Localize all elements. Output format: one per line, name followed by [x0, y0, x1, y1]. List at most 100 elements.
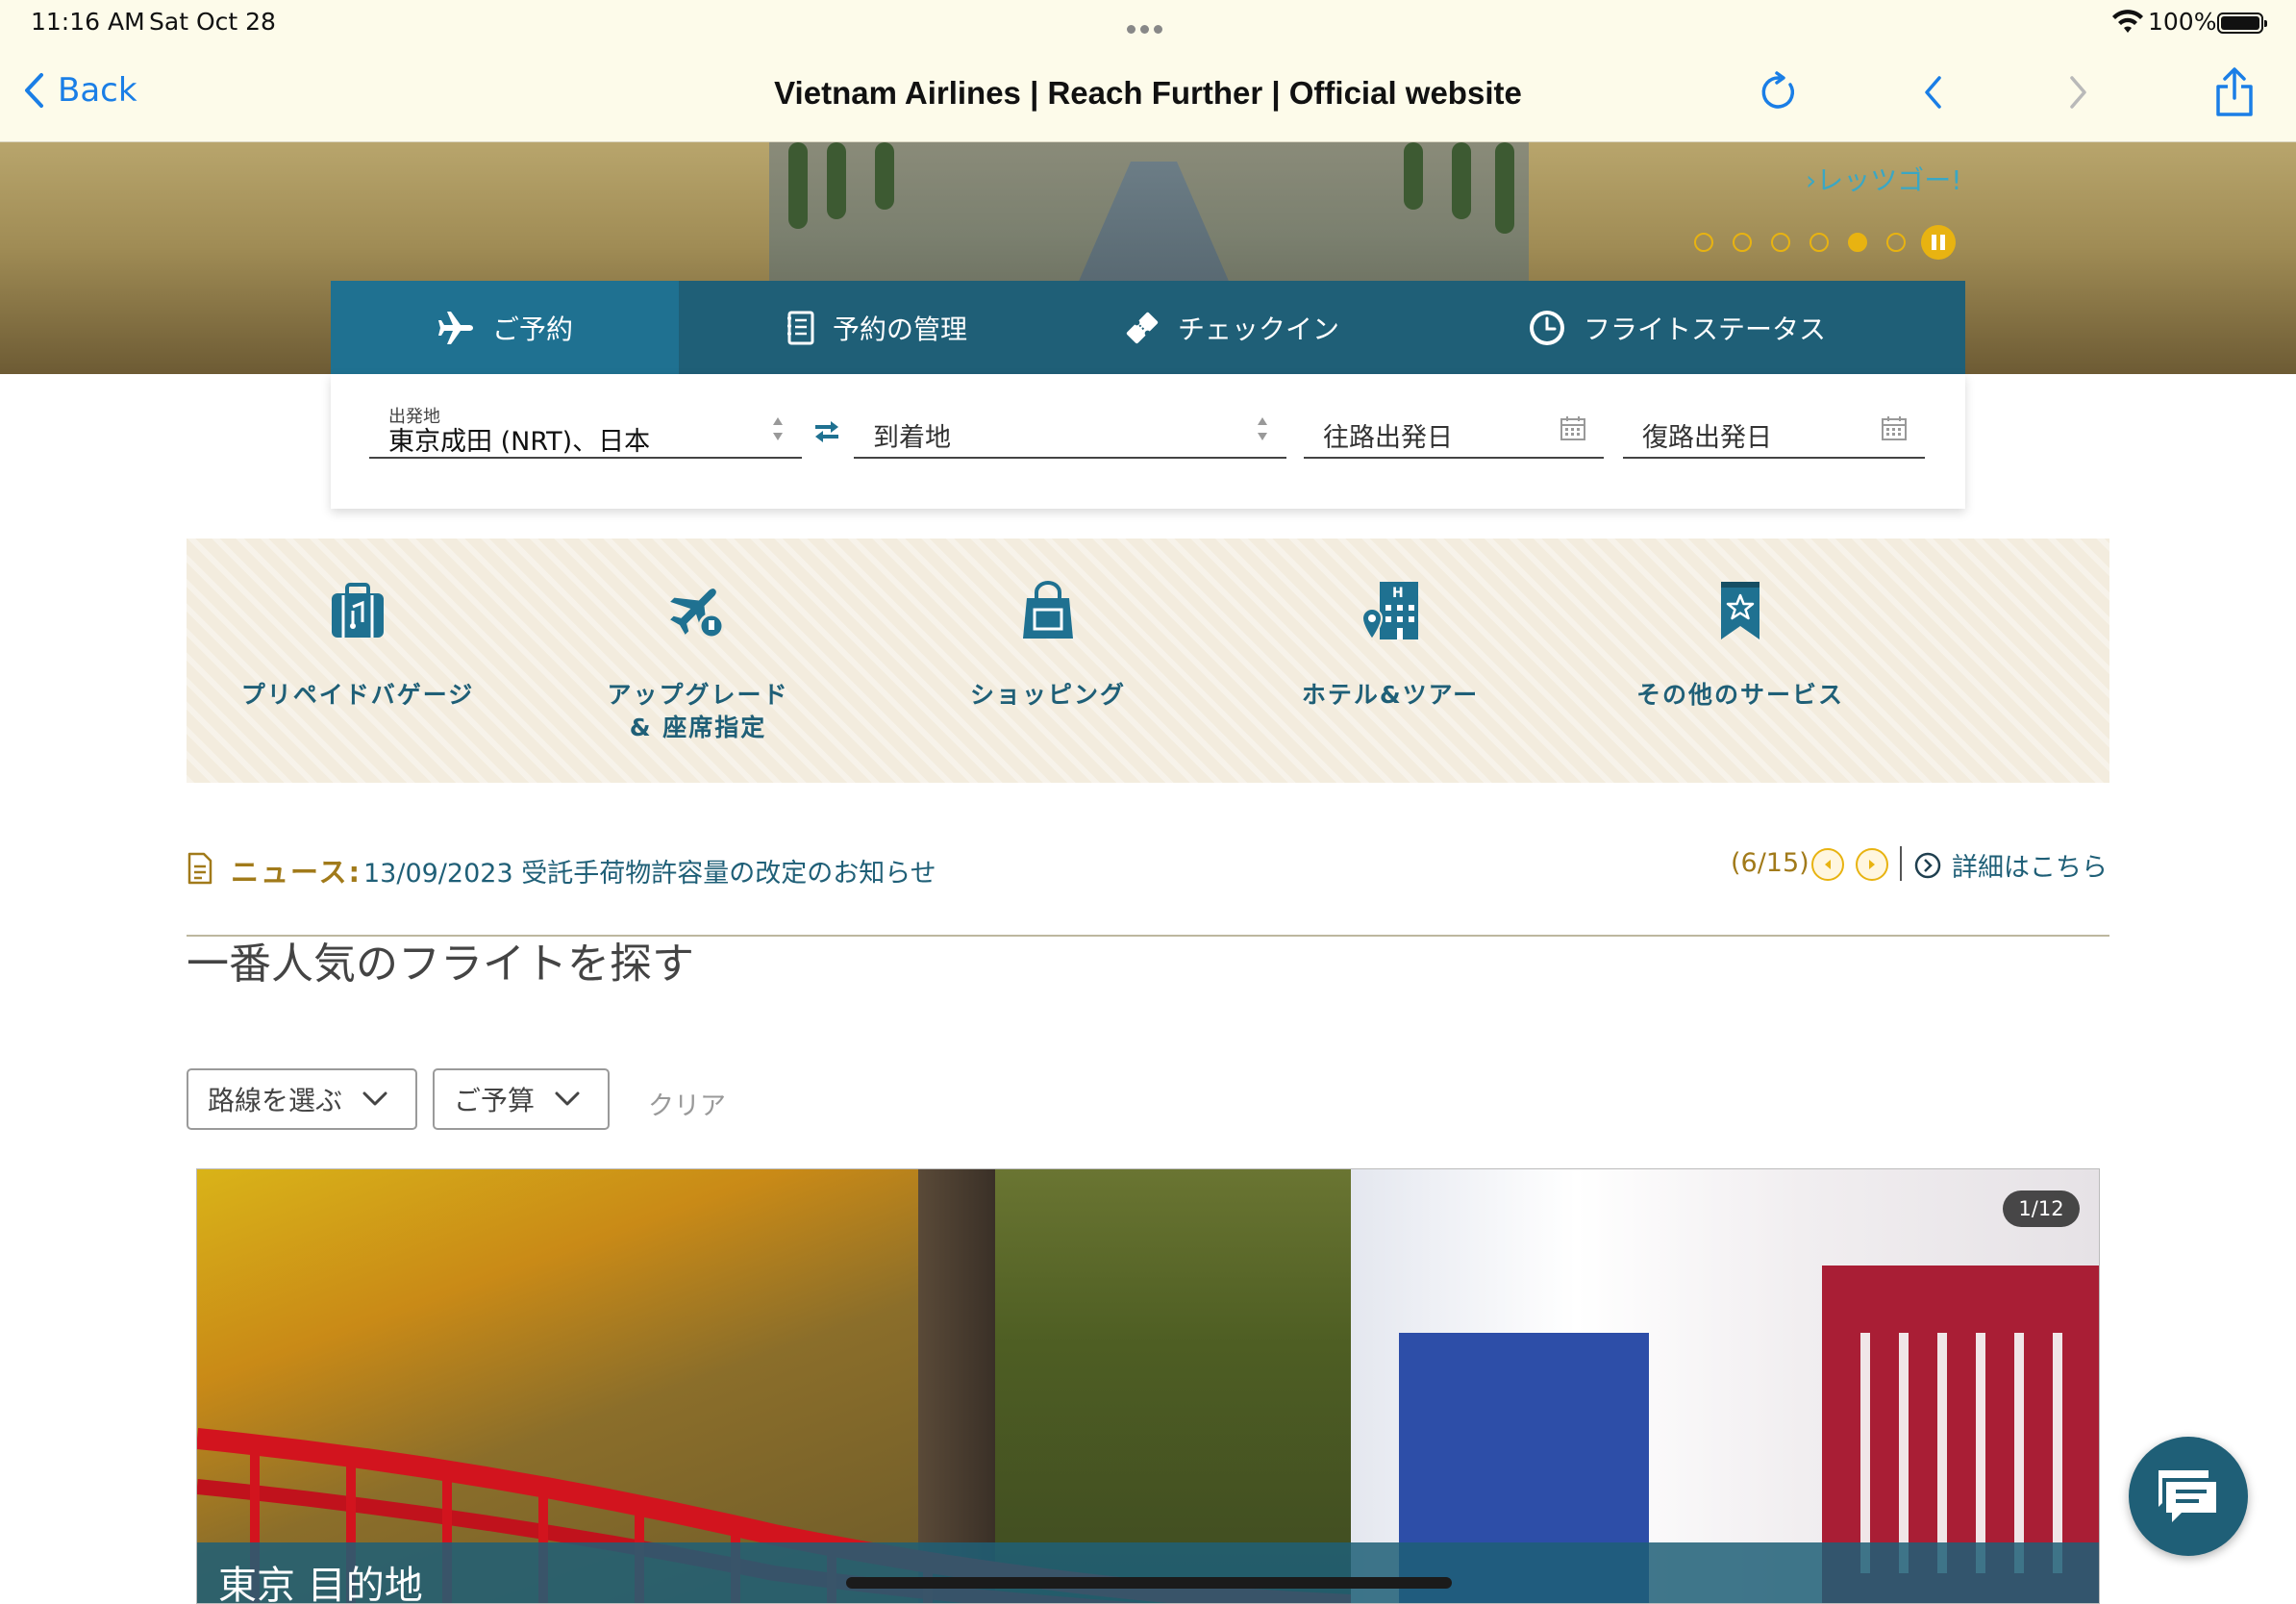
browser-nav-bar: Back Vietnam Airlines | Reach Further | … [0, 46, 2296, 142]
service-upgrade-seat[interactable]: アップグレード & 座席指定 [573, 577, 823, 744]
tab-flight-status[interactable]: フライトステータス [1388, 281, 1965, 374]
calendar-icon [1560, 416, 1585, 440]
chevron-down-icon [555, 1091, 580, 1106]
browser-forward-button[interactable] [2052, 65, 2106, 119]
chevron-left-icon [1925, 76, 1941, 109]
return-date-placeholder: 復路出発日 [1642, 423, 1772, 453]
tab-status-label: フライトステータス [1583, 313, 1826, 345]
service-hotel-tour[interactable]: H ホテル&ツアー [1265, 577, 1515, 712]
ticket-icon [1124, 310, 1160, 346]
tab-manage-label: 予約の管理 [832, 313, 967, 345]
chat-button[interactable] [2129, 1437, 2248, 1556]
status-date: Sat Oct 28 [149, 8, 276, 36]
clear-filters-link[interactable]: クリア [648, 1085, 726, 1122]
service-label: ホテル&ツアー [1301, 681, 1480, 709]
star-bookmark-icon [1615, 577, 1865, 644]
carousel-counter-badge: 1/12 [2003, 1190, 2080, 1227]
destination-caption: 東京 目的地 [197, 1542, 2099, 1604]
news-ticker: ニュース: 13/09/2023 受託手荷物許容量の改定のお知らせ (6/15)… [187, 846, 2109, 892]
chat-icon [2159, 1470, 2216, 1522]
reload-icon [1761, 71, 1795, 109]
calendar-icon [1882, 416, 1907, 440]
svg-text:H: H [1392, 586, 1404, 601]
back-label: Back [58, 71, 137, 110]
hero-cta-link[interactable]: ›レッツゴー! [1806, 160, 1961, 198]
budget-filter-label: ご予算 [454, 1085, 536, 1116]
news-label: ニュース: [231, 856, 362, 889]
reload-button[interactable] [1752, 65, 1806, 119]
depart-date-field[interactable]: 往路出発日 [1304, 403, 1604, 459]
carousel-dot[interactable] [1771, 233, 1790, 252]
origin-field[interactable]: 出発地 東京成田 (NRT)、日本 [369, 403, 802, 459]
browser-back-button[interactable] [1906, 65, 1959, 119]
sort-arrows-icon [1258, 417, 1267, 440]
flight-search-form: 出発地 東京成田 (NRT)、日本 到着地 往路出発日 復路出発日 [331, 374, 1965, 509]
carousel-indicators [1694, 225, 1956, 260]
multitasking-dots-icon[interactable] [1127, 19, 1171, 34]
tab-manage-booking[interactable]: 予約の管理 [679, 281, 1075, 374]
service-label: ショッピング [969, 681, 1126, 709]
clock-icon [1528, 309, 1566, 347]
service-label: アップグレード & 座席指定 [607, 681, 789, 741]
news-next-button[interactable] [1856, 848, 1888, 881]
notebook-icon [786, 311, 815, 345]
carousel-dot[interactable] [1733, 233, 1752, 252]
tab-book-label: ご予約 [491, 313, 573, 345]
destination-field[interactable]: 到着地 [854, 403, 1286, 459]
document-icon [187, 852, 212, 885]
chevron-down-icon [362, 1091, 387, 1106]
news-separator [1900, 846, 1902, 881]
news-prev-button[interactable] [1811, 848, 1844, 881]
shopping-bag-icon [923, 577, 1173, 644]
news-headline-link[interactable]: 13/09/2023 受託手荷物許容量の改定のお知らせ [363, 852, 936, 890]
circle-chevron-icon [1914, 852, 1941, 878]
status-time: 11:16 AM [31, 8, 145, 36]
status-bar: 11:16 AM Sat Oct 28 100% [0, 0, 2296, 46]
plane-icon [437, 309, 475, 347]
route-filter-dropdown[interactable]: 路線を選ぶ [187, 1068, 417, 1130]
caret-left-icon [1825, 860, 1831, 869]
budget-filter-dropdown[interactable]: ご予算 [433, 1068, 610, 1130]
share-button[interactable] [2208, 65, 2261, 119]
route-filter-label: 路線を選ぶ [208, 1085, 343, 1116]
service-shopping[interactable]: ショッピング [923, 577, 1173, 712]
battery-icon [2217, 13, 2267, 34]
news-counter: (6/15) [1731, 848, 1809, 878]
destination-card[interactable]: 1/12 東京 目的地 [196, 1168, 2100, 1604]
booking-tabs: ご予約 予約の管理 チェックイン フライトステータス [331, 281, 1965, 374]
service-other[interactable]: その他のサービス [1615, 577, 1865, 712]
sort-arrows-icon [773, 417, 783, 440]
carousel-dot-active[interactable] [1848, 233, 1867, 252]
share-icon [2216, 67, 2253, 116]
news-more-label: 詳細はこちら [1952, 853, 2108, 883]
service-prepaid-baggage[interactable]: プリペイドバゲージ [233, 577, 483, 712]
tab-checkin-label: チェックイン [1177, 313, 1339, 345]
return-date-field[interactable]: 復路出発日 [1623, 403, 1925, 459]
origin-value: 東京成田 (NRT)、日本 [388, 427, 651, 457]
swap-airports-icon[interactable] [813, 418, 840, 445]
carousel-dot[interactable] [1694, 233, 1713, 252]
carousel-pause-button[interactable] [1921, 225, 1956, 260]
home-indicator[interactable] [846, 1577, 1452, 1589]
news-more-link[interactable]: 詳細はこちら [1913, 846, 2108, 884]
carousel-dot[interactable] [1886, 233, 1906, 252]
destination-caption-text: 東京 目的地 [218, 1564, 423, 1604]
luggage-icon [233, 577, 483, 644]
wifi-icon [2112, 10, 2143, 33]
chevron-left-icon [25, 73, 43, 108]
tab-book[interactable]: ご予約 [331, 281, 679, 374]
chevron-right-icon [2070, 76, 2086, 109]
back-button[interactable]: Back [23, 71, 137, 110]
caret-right-icon [1869, 860, 1875, 869]
plane-seat-icon [573, 577, 823, 644]
services-strip: プリペイドバゲージ アップグレード & 座席指定 ショッピング H ホテル&ツア… [187, 539, 2109, 783]
destination-placeholder: 到着地 [873, 423, 951, 453]
hotel-icon: H [1265, 577, 1515, 644]
battery-percent: 100% [2148, 8, 2217, 36]
service-label: プリペイドバゲージ [240, 681, 475, 709]
section-title: 一番人気のフライトを探す [187, 940, 694, 989]
tab-checkin[interactable]: チェックイン [1075, 281, 1388, 374]
carousel-dot[interactable] [1809, 233, 1829, 252]
depart-date-placeholder: 往路出発日 [1323, 423, 1453, 453]
service-label: その他のサービス [1635, 681, 1844, 709]
